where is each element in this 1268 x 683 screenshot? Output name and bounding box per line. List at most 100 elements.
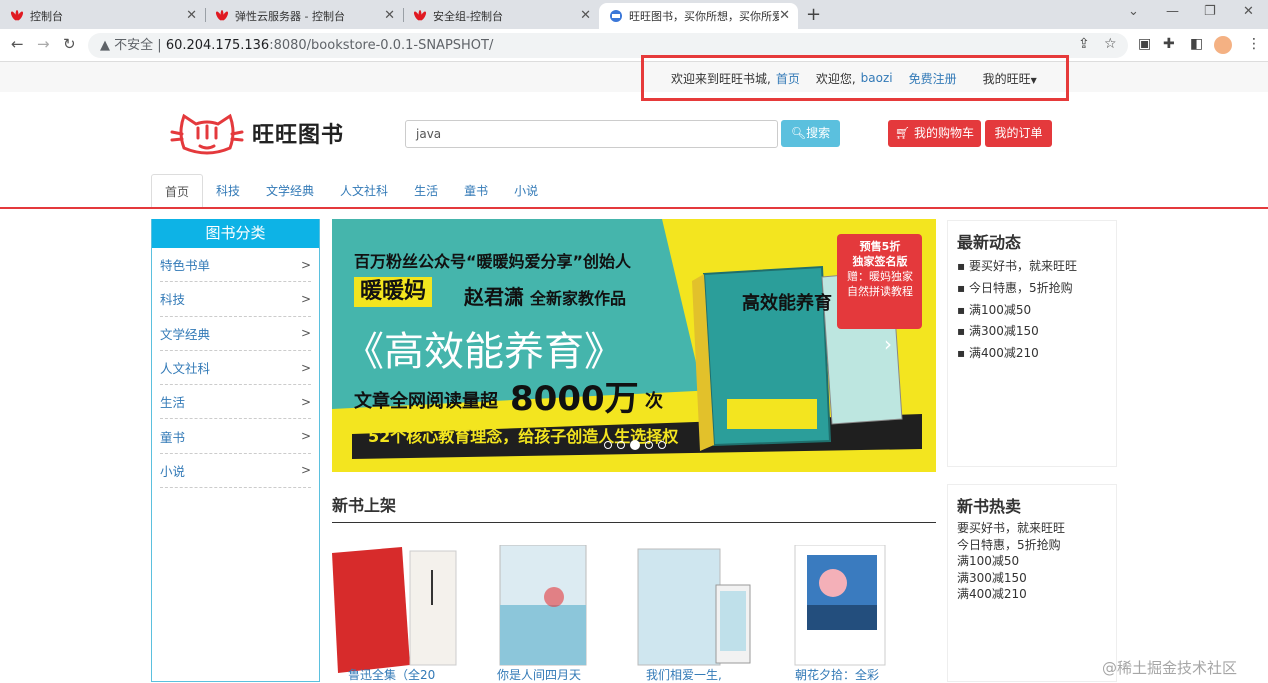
restore-icon[interactable]: ❐ bbox=[1204, 4, 1216, 19]
nav-item-humanities[interactable]: 人文社科 bbox=[327, 174, 401, 208]
book-title[interactable]: 朝花夕拾：全彩 bbox=[795, 666, 879, 683]
carousel-dot[interactable] bbox=[604, 441, 612, 449]
tab-title: 安全组-控制台 bbox=[433, 10, 503, 23]
book-cover[interactable] bbox=[636, 545, 766, 675]
share-icon[interactable]: ⇪ bbox=[1078, 36, 1090, 52]
nav-divider bbox=[0, 207, 1268, 209]
globe-icon bbox=[610, 10, 622, 22]
puzzle-icon[interactable]: ✚ bbox=[1163, 36, 1175, 52]
category-item[interactable]: 人文社科 > bbox=[160, 351, 311, 386]
nav-item-home[interactable]: 首页 bbox=[151, 174, 204, 208]
category-item[interactable]: 文学经典 > bbox=[160, 317, 311, 351]
site-top-strip bbox=[0, 62, 1268, 92]
new-tab-icon[interactable]: + bbox=[806, 4, 821, 25]
close-tab-icon[interactable]: ✕ bbox=[384, 8, 395, 23]
hot-item[interactable]: 满400减210 bbox=[957, 586, 1107, 603]
home-link[interactable]: 首页 bbox=[776, 70, 800, 87]
watermark: @稀土掘金技术社区 bbox=[1102, 659, 1238, 677]
nav-item-tech[interactable]: 科技 bbox=[203, 174, 253, 208]
browser-tab[interactable]: 控制台 ✕ bbox=[0, 3, 205, 29]
close-tab-icon[interactable]: ✕ bbox=[779, 8, 790, 23]
book-title[interactable]: 鲁迅全集（全20 bbox=[348, 666, 435, 683]
news-item[interactable]: ▪ 满300减150 bbox=[957, 321, 1107, 343]
nav-item-life[interactable]: 生活 bbox=[401, 174, 451, 208]
hot-item[interactable]: 满100减50 bbox=[957, 553, 1107, 570]
cart-button[interactable]: 🛒︎ 我的购物车 bbox=[888, 120, 981, 147]
book-image bbox=[499, 544, 587, 666]
category-label: 小说 bbox=[160, 463, 186, 479]
news-title: 最新动态 bbox=[957, 233, 1022, 252]
category-item[interactable]: 小说 > bbox=[160, 454, 311, 489]
extension-icon[interactable]: ▣ bbox=[1138, 36, 1151, 52]
category-item[interactable]: 童书 > bbox=[160, 419, 311, 454]
tab-title: 控制台 bbox=[30, 10, 63, 23]
site-logo[interactable]: 旺旺图书 bbox=[170, 107, 355, 159]
cart-button-label: 我的购物车 bbox=[914, 126, 975, 140]
book-cover[interactable] bbox=[793, 544, 923, 675]
side-panel-icon[interactable]: ◧ bbox=[1190, 36, 1203, 52]
hot-item[interactable]: 满300减150 bbox=[957, 570, 1107, 587]
news-item[interactable]: ▪ 满400减210 bbox=[957, 343, 1107, 365]
carousel-dot[interactable] bbox=[617, 441, 625, 449]
category-label: 童书 bbox=[160, 429, 186, 445]
search-button[interactable]: 🔍︎搜索 bbox=[781, 120, 840, 147]
orders-button[interactable]: 我的订单 bbox=[985, 120, 1052, 147]
news-item[interactable]: ▪ 满100减50 bbox=[957, 300, 1107, 322]
welcome-user-text: 欢迎您, bbox=[815, 71, 856, 86]
huawei-logo-icon bbox=[413, 10, 427, 21]
reload-icon[interactable]: ↻ bbox=[63, 35, 76, 53]
search-input[interactable]: java bbox=[405, 120, 778, 148]
username-link[interactable]: baozi bbox=[861, 71, 893, 85]
chevron-right-icon: > bbox=[300, 394, 311, 409]
cat-logo-icon bbox=[170, 113, 244, 155]
banner-carousel[interactable]: 百万粉丝公众号“暖暖妈爱分享”创始人 暖暖妈 赵君潇 全新家教作品 《高效能养育… bbox=[332, 219, 936, 472]
register-link[interactable]: 免费注册 bbox=[909, 70, 957, 87]
close-window-icon[interactable]: ✕ bbox=[1243, 4, 1254, 19]
browser-tab-active[interactable]: 旺旺图书，买你所想，买你所爱 ✕ bbox=[599, 3, 798, 29]
nav-item-children[interactable]: 童书 bbox=[451, 174, 501, 208]
book-title[interactable]: 我们相爱一生, bbox=[646, 666, 722, 683]
book-cover[interactable] bbox=[332, 545, 462, 675]
security-label: 不安全 bbox=[114, 38, 154, 53]
news-text: 满300减150 bbox=[968, 324, 1039, 339]
bookmark-star-icon[interactable]: ☆ bbox=[1104, 36, 1117, 52]
carousel-dot-active[interactable] bbox=[630, 440, 640, 450]
chevron-right-icon: > bbox=[300, 360, 311, 375]
carousel-next-icon[interactable]: › bbox=[884, 332, 892, 356]
category-item[interactable]: 生活 > bbox=[160, 385, 311, 420]
category-item[interactable]: 特色书单 > bbox=[160, 248, 311, 283]
carousel-dot[interactable] bbox=[645, 441, 653, 449]
category-item[interactable]: 科技 > bbox=[160, 282, 311, 317]
menu-icon[interactable]: ⋮ bbox=[1247, 36, 1261, 52]
news-text: 满100减50 bbox=[968, 302, 1032, 317]
promo-line2: 独家签名版 bbox=[852, 255, 908, 268]
avatar[interactable] bbox=[1214, 36, 1232, 54]
book-title[interactable]: 你是人间四月天 bbox=[497, 666, 581, 683]
forward-icon[interactable]: → bbox=[37, 35, 50, 53]
huawei-logo-icon bbox=[215, 10, 229, 21]
tab-search-icon[interactable]: ⌄ bbox=[1128, 4, 1139, 19]
hot-item[interactable]: 要买好书，就来旺旺 bbox=[957, 520, 1107, 537]
close-tab-icon[interactable]: ✕ bbox=[580, 8, 591, 23]
url-divider: | bbox=[157, 38, 166, 53]
news-item[interactable]: ▪ 今日特惠，5折抢购 bbox=[957, 278, 1107, 300]
caret-down-icon: ▼ bbox=[1030, 75, 1037, 85]
book-cover[interactable] bbox=[496, 544, 626, 675]
banner-line1: 百万粉丝公众号“暖暖妈爱分享”创始人 bbox=[354, 252, 632, 271]
close-tab-icon[interactable]: ✕ bbox=[186, 8, 197, 23]
carousel-dot[interactable] bbox=[658, 441, 666, 449]
address-bar-row: ← → ↻ ▲ 不安全 | 60.204.175.136:8080/bookst… bbox=[0, 29, 1268, 62]
browser-tab[interactable]: 弹性云服务器 - 控制台 ✕ bbox=[205, 3, 403, 29]
news-item[interactable]: ▪ 要买好书，就来旺旺 bbox=[957, 256, 1107, 278]
promo-line4: 自然拼读教程 bbox=[847, 285, 913, 298]
hot-item[interactable]: 今日特惠，5折抢购 bbox=[957, 537, 1107, 554]
tab-title: 旺旺图书，买你所想，买你所爱 bbox=[629, 10, 779, 23]
nav-item-novel[interactable]: 小说 bbox=[501, 174, 551, 208]
promo-line3: 赠：暖妈独家 bbox=[847, 270, 913, 283]
my-account-dropdown[interactable]: 我的旺旺▼ bbox=[983, 70, 1037, 87]
cart-icon: 🛒︎ bbox=[894, 126, 911, 140]
minimize-icon[interactable]: — bbox=[1166, 4, 1179, 19]
nav-item-literature[interactable]: 文学经典 bbox=[253, 174, 327, 208]
back-icon[interactable]: ← bbox=[11, 35, 24, 53]
browser-tab[interactable]: 安全组-控制台 ✕ bbox=[403, 3, 599, 29]
